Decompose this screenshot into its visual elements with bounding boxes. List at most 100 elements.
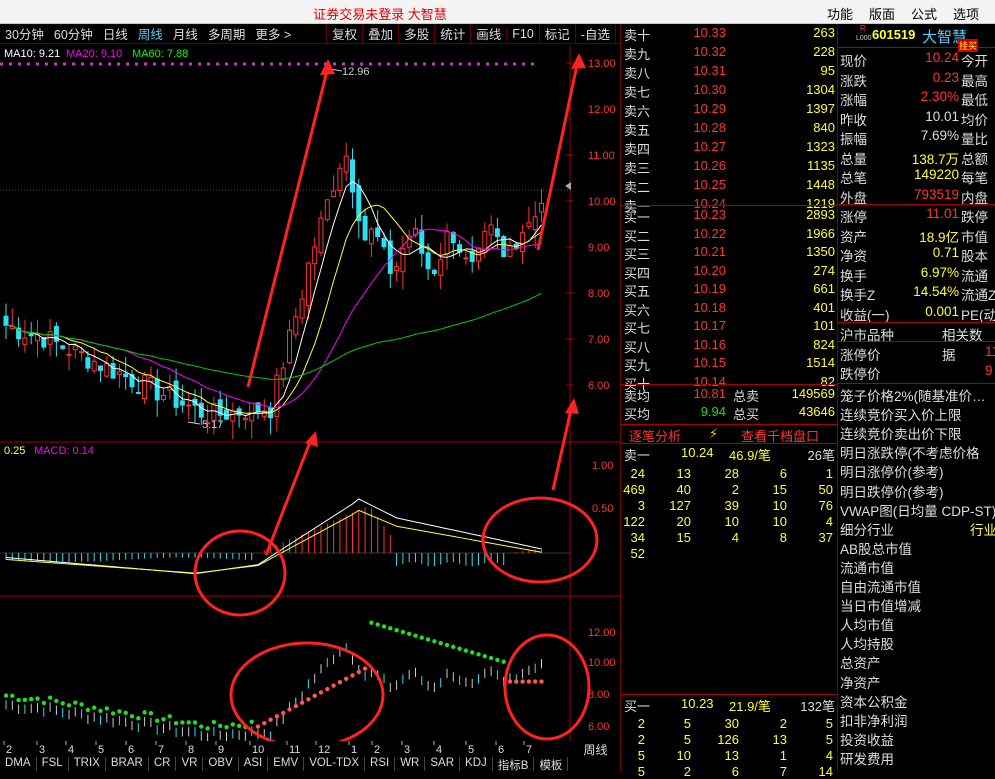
menu-function[interactable]: 功能 <box>827 4 853 23</box>
period-multi[interactable]: 多周期 <box>203 24 251 43</box>
kline-chart-area[interactable]: MA10: 9.21 MA20: 9.10 MA60: 7.88 0.25 MA… <box>0 45 620 749</box>
ob-volume: 661 <box>813 281 835 296</box>
indicator-tab-asi[interactable]: ASI <box>239 757 269 771</box>
bid-queue-cell: 1 <box>779 748 787 763</box>
sar-dot <box>117 709 122 714</box>
btn-draw[interactable]: 画线 <box>470 24 506 43</box>
period-daily[interactable]: 日线 <box>98 24 133 43</box>
indicator-tab-模板[interactable]: 模板 <box>534 757 569 772</box>
sar-dot <box>381 624 387 629</box>
info-row: 笼子价格2%(随基准价… <box>840 389 986 404</box>
info-row: 连续竞价卖出价下限 <box>840 427 962 443</box>
sar-dot <box>463 648 469 653</box>
menu-formula[interactable]: 公式 <box>911 4 937 23</box>
ask-queue-cell: 24 <box>630 466 645 481</box>
ask-queue-cell: 40 <box>676 482 691 497</box>
indicator-tab-wr[interactable]: WR <box>395 757 426 771</box>
ob-price: 10.19 <box>693 281 726 296</box>
indicator-tab-vol-tdx[interactable]: VOL-TDX <box>304 757 366 771</box>
sar-dot <box>54 698 59 704</box>
sar-dot <box>325 686 330 692</box>
low-annotation: 5.17 <box>202 419 223 431</box>
period-more[interactable]: 更多 > <box>250 24 296 43</box>
ob-volume: 1514 <box>806 355 835 370</box>
indicator-tab-指标b[interactable]: 指标B <box>493 757 535 772</box>
candle-body <box>494 228 500 237</box>
indicator-tab-fsl[interactable]: FSL <box>37 757 69 771</box>
btn-f10[interactable]: F10 <box>506 26 539 41</box>
sar-dot <box>10 693 15 699</box>
realtime-tag: R <box>860 24 866 33</box>
period-weekly[interactable]: 周线 <box>133 24 168 43</box>
candle-body <box>198 402 204 418</box>
info-row: 连续竞价买入价上限 <box>840 408 962 424</box>
month-label: 2 <box>374 744 380 755</box>
candle-body <box>154 378 160 401</box>
btn-watchlist-remove[interactable]: -自选 <box>574 24 615 43</box>
sar-dot <box>186 720 191 725</box>
ob-volume: 824 <box>813 336 835 352</box>
price-tick-label: 6.00 <box>588 380 609 392</box>
indicator-tab-kdj[interactable]: KDJ <box>460 757 493 771</box>
month-label: 5 <box>98 744 104 755</box>
btn-multi-stock[interactable]: 多股 <box>398 24 434 43</box>
sar-dot <box>255 724 261 729</box>
indicator-tab-rsi[interactable]: RSI <box>365 757 396 771</box>
tab-tick-analysis[interactable]: 逐笔分析 <box>629 426 681 445</box>
month-label: 1 <box>351 744 357 755</box>
bid-queue-cell: 2 <box>637 716 645 731</box>
ob-volume: 2893 <box>806 207 835 222</box>
sar-dot <box>205 726 210 731</box>
indicator-tab-brar[interactable]: BRAR <box>106 757 149 771</box>
period-30min[interactable]: 30分钟 <box>0 24 49 43</box>
section-sh-market[interactable]: 沪市品种 <box>840 324 894 344</box>
info-row: 投资收益 <box>840 732 894 748</box>
quote-row: 振幅 7.69% 量比 <box>840 128 988 147</box>
candle-body <box>318 217 324 253</box>
sar-dot <box>495 657 500 663</box>
ask-row: 卖九 10.32 228 <box>621 44 839 62</box>
menu-options[interactable]: 选项 <box>953 4 979 23</box>
indicator-tab-trix[interactable]: TRIX <box>69 757 106 771</box>
indicator-tab-dma[interactable]: DMA <box>0 757 37 771</box>
btn-restore-rights[interactable]: 复权 <box>326 24 362 43</box>
btn-mark[interactable]: 标记 <box>538 24 575 43</box>
tab-thousand-level[interactable]: 查看千档盘口 <box>741 426 819 445</box>
sar-dot <box>92 705 97 710</box>
indicator-tab-emv[interactable]: EMV <box>268 757 305 771</box>
indicator-tab-sar[interactable]: SAR <box>425 757 461 771</box>
indicator-tab-cr[interactable]: CR <box>149 757 177 771</box>
ask-queue-cell: 2 <box>731 482 739 497</box>
ob-volume: 401 <box>813 299 835 315</box>
bid-queue-cell: 4 <box>825 748 833 763</box>
candle-body <box>312 246 318 265</box>
sar-dot <box>299 700 305 705</box>
ob-label: 卖十 <box>624 28 651 43</box>
sar-dot <box>451 644 456 650</box>
period-60min[interactable]: 60分钟 <box>49 24 98 43</box>
kline-chart-svg[interactable]: MA10: 9.21 MA20: 9.10 MA60: 7.88 0.25 MA… <box>0 45 620 749</box>
indicator-tab-obv[interactable]: OBV <box>203 757 239 771</box>
period-label-weekly[interactable]: 周线 <box>571 741 620 757</box>
sar-dot <box>211 719 217 725</box>
candle-body <box>463 257 469 260</box>
sar-dot <box>394 627 399 633</box>
indicator-tab-vr[interactable]: VR <box>176 757 204 771</box>
ob-label: 卖三 <box>624 161 651 176</box>
ob-label: 买六 <box>624 302 651 318</box>
sar-dot <box>344 676 349 682</box>
ask-queue-cell: 8 <box>779 530 787 545</box>
macd-tick-label: 0.50 <box>592 503 613 515</box>
btn-stats[interactable]: 统计 <box>434 24 470 43</box>
period-monthly[interactable]: 月线 <box>168 24 203 43</box>
quote-row: 涨停 11.01 跌停 <box>840 206 988 225</box>
candle-body <box>135 392 141 395</box>
candle-body <box>419 229 425 254</box>
info-row: 人均持股 <box>840 637 894 653</box>
candle-body <box>22 337 28 345</box>
menu-layout[interactable]: 版面 <box>869 4 895 23</box>
btn-overlay[interactable]: 叠加 <box>362 24 398 43</box>
sar-dot <box>476 652 481 657</box>
quote-row: 总量 138.7万 总额 <box>840 151 988 167</box>
candle-body <box>368 228 374 245</box>
